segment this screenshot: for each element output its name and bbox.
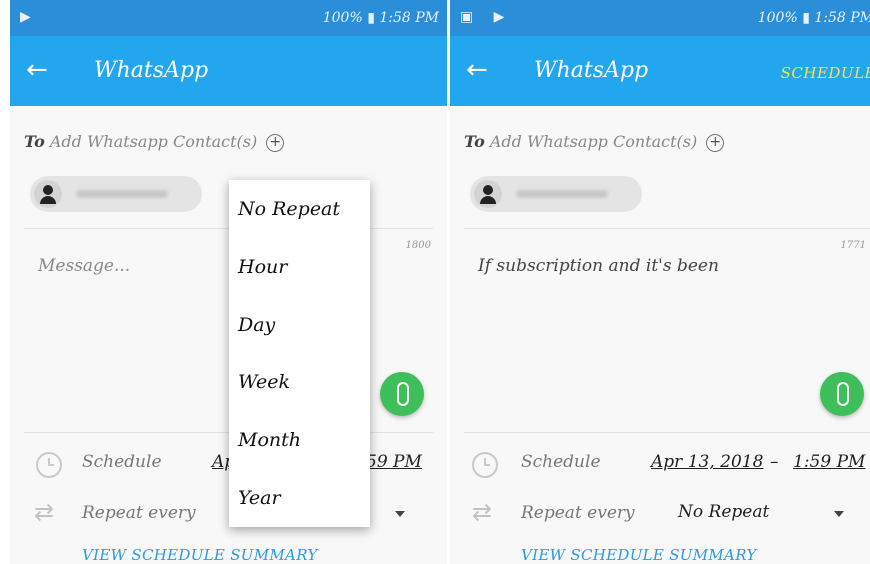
contact-name-blurred [516, 190, 608, 198]
add-contacts-label[interactable]: Add Whatsapp Contact(s) [50, 132, 257, 151]
repeat-dropdown-menu: No Repeat Hour Day Week Month Year [229, 180, 370, 527]
app-bar: ← WhatsApp [10, 36, 447, 106]
menu-item-day[interactable]: Day [238, 314, 275, 336]
menu-item-hour[interactable]: Hour [238, 256, 287, 278]
chevron-down-icon[interactable] [834, 511, 844, 517]
person-icon [474, 180, 502, 208]
repeat-icon: ⇄ [34, 498, 55, 526]
menu-item-no-repeat[interactable]: No Repeat [238, 198, 340, 220]
message-input[interactable]: Message... [38, 256, 130, 276]
repeat-label: Repeat every [82, 503, 196, 523]
char-count: 1800 [405, 240, 431, 251]
view-schedule-summary-link[interactable]: VIEW SCHEDULE SUMMARY [82, 546, 318, 564]
plus-circle-icon[interactable]: + [266, 134, 285, 152]
app-title: WhatsApp [94, 58, 209, 83]
schedule-label: Schedule [82, 452, 162, 472]
paperclip-icon[interactable] [820, 372, 864, 416]
repeat-select[interactable]: No Repeat [678, 502, 769, 522]
notification-icons: ▣ ▶ [460, 9, 513, 25]
repeat-icon: ⇄ [472, 498, 493, 526]
schedule-date[interactable]: Apr 13, 2018 [651, 452, 763, 472]
paperclip-icon[interactable] [380, 372, 424, 416]
recipients-row[interactable]: To Add Whatsapp Contact(s) + [464, 132, 725, 152]
message-input[interactable]: If subscription and it's been [478, 256, 719, 276]
char-count: 1771 [840, 240, 866, 251]
notification-icons: ▶ [20, 9, 39, 25]
status-right: 100% ▮ 1:58 PM [322, 10, 439, 26]
schedule-label: Schedule [521, 452, 601, 472]
repeat-label: Repeat every [521, 503, 635, 523]
arrow-left-icon[interactable]: ← [26, 56, 48, 84]
plus-circle-icon[interactable]: + [706, 134, 725, 152]
chevron-down-icon[interactable] [395, 511, 405, 517]
status-bar: ▶ 100% ▮ 1:58 PM [10, 0, 447, 36]
contact-chip[interactable] [30, 176, 202, 212]
clock-icon [36, 452, 62, 478]
menu-item-week[interactable]: Week [238, 371, 290, 393]
divider [464, 228, 870, 229]
status-right: 100% ▮ 1:58 PM [757, 10, 870, 26]
divider [464, 432, 870, 433]
phone-screen-left: ▶ 100% ▮ 1:58 PM ← WhatsApp To Add Whats… [10, 0, 447, 564]
schedule-dash: – [770, 452, 779, 472]
arrow-left-icon[interactable]: ← [466, 56, 488, 84]
app-title: WhatsApp [534, 58, 649, 83]
schedule-time[interactable]: 1:59 PM [793, 452, 865, 472]
to-label: To [24, 132, 45, 151]
schedule-time[interactable]: 59 PM [366, 452, 422, 472]
phone-screen-right: ▣ ▶ 100% ▮ 1:58 PM ← WhatsApp SCHEDULE T… [450, 0, 870, 564]
recipients-row[interactable]: To Add Whatsapp Contact(s) + [24, 132, 285, 152]
clock-icon [472, 452, 498, 478]
menu-item-month[interactable]: Month [238, 429, 301, 451]
status-bar: ▣ ▶ 100% ▮ 1:58 PM [450, 0, 870, 36]
app-bar: ← WhatsApp SCHEDULE [450, 36, 870, 106]
to-label: To [464, 132, 485, 151]
view-schedule-summary-link[interactable]: VIEW SCHEDULE SUMMARY [521, 546, 757, 564]
add-contacts-label[interactable]: Add Whatsapp Contact(s) [490, 132, 697, 151]
contact-name-blurred [76, 190, 168, 198]
person-icon [34, 180, 62, 208]
schedule-button[interactable]: SCHEDULE [781, 64, 870, 82]
contact-chip[interactable] [470, 176, 642, 212]
menu-item-year[interactable]: Year [238, 487, 281, 509]
